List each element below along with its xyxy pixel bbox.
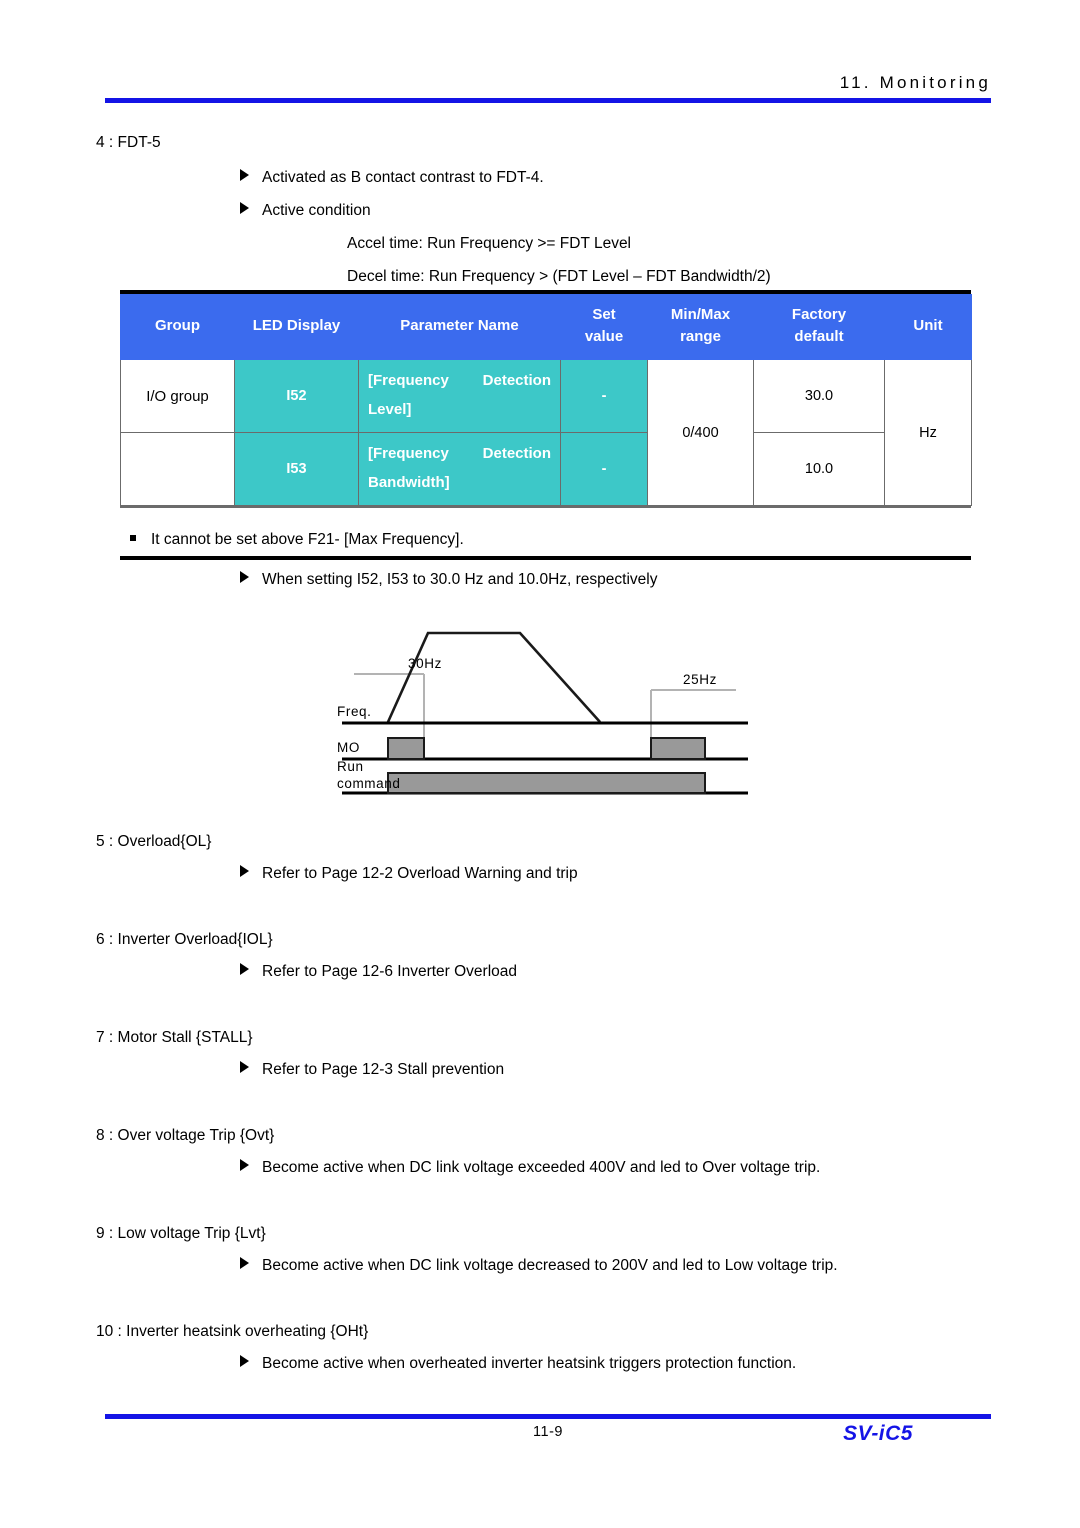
diagram-note-row: When setting I52, I53 to 30.0 Hz and 10.… bbox=[240, 570, 657, 590]
param-word-c: Level] bbox=[368, 401, 412, 418]
set-value-line1: Set bbox=[592, 306, 616, 323]
note-divider-rule bbox=[120, 556, 971, 560]
footer-model-name: SV-iC5 bbox=[843, 1422, 913, 1445]
section-heading-heatsink-overheating: 10 : Inverter heatsink overheating {OHt} bbox=[96, 1323, 369, 1340]
param-word-a: [Frequency bbox=[368, 445, 449, 462]
bullet-item-low-voltage-trip: Become active when DC link voltage decre… bbox=[240, 1256, 838, 1276]
section-heading-over-voltage-trip: 8 : Over voltage Trip {Ovt} bbox=[96, 1127, 275, 1144]
label-30hz: 30Hz bbox=[408, 656, 442, 671]
bullet-text: Become active when DC link voltage decre… bbox=[262, 1257, 838, 1274]
mo-pulse-end bbox=[650, 737, 706, 760]
note-text: It cannot be set above F21- [Max Frequen… bbox=[151, 531, 464, 548]
param-word-b: Detection bbox=[482, 372, 551, 389]
min-max-line1: Min/Max bbox=[670, 306, 731, 323]
bullet-text: Refer to Page 12-3 Stall prevention bbox=[262, 1061, 505, 1078]
document-page: 11. Monitoring 4 : FDT-5 Activated as B … bbox=[0, 0, 1080, 1528]
page-header: 11. Monitoring bbox=[105, 72, 991, 103]
page-footer: 11-9 SV-iC5 bbox=[105, 1414, 991, 1454]
mo-pulse-start bbox=[387, 737, 425, 760]
col-header-parameter-name: Parameter Name bbox=[358, 294, 561, 360]
cell-set-value-i52: - bbox=[560, 359, 648, 433]
condition-accel-time: Accel time: Run Frequency >= FDT Level bbox=[347, 235, 632, 252]
bullet-item-activated: Activated as B contact contrast to FDT-4… bbox=[240, 168, 544, 188]
col-header-min-max: Min/Max range bbox=[647, 294, 754, 360]
label-mo: MO bbox=[337, 740, 360, 755]
factory-line1: Factory bbox=[791, 306, 847, 323]
triangle-bullet-icon bbox=[240, 202, 249, 214]
label-freq: Freq. bbox=[337, 704, 372, 719]
cell-group-label: I/O group bbox=[120, 359, 235, 433]
param-word-b: Detection bbox=[482, 445, 551, 462]
footer-row: 11-9 SV-iC5 bbox=[105, 1422, 991, 1454]
square-bullet-icon bbox=[130, 535, 136, 541]
bullet-item-overload: Refer to Page 12-2 Overload Warning and … bbox=[240, 864, 578, 884]
triangle-bullet-icon bbox=[240, 865, 249, 877]
section-heading-overload: 5 : Overload{OL} bbox=[96, 833, 212, 850]
triangle-bullet-icon bbox=[240, 169, 249, 181]
section-heading-motor-stall: 7 : Motor Stall {STALL} bbox=[96, 1029, 253, 1046]
triangle-bullet-icon bbox=[240, 1159, 249, 1171]
parameter-table: Group LED Display Parameter Name Set val… bbox=[120, 294, 972, 506]
note-row: It cannot be set above F21- [Max Frequen… bbox=[130, 530, 464, 550]
cell-min-max-range: 0/400 bbox=[647, 359, 754, 506]
set-value-line2: value bbox=[584, 328, 624, 345]
min-max-line2: range bbox=[680, 328, 721, 345]
bullet-text: Refer to Page 12-2 Overload Warning and … bbox=[262, 865, 578, 882]
bullet-text: Become active when DC link voltage excee… bbox=[262, 1159, 821, 1176]
bullet-item-inverter-overload: Refer to Page 12-6 Inverter Overload bbox=[240, 962, 517, 982]
cell-group-blank bbox=[120, 432, 235, 506]
param-word-c: Bandwidth] bbox=[368, 474, 450, 491]
label-25hz: 25Hz bbox=[683, 672, 717, 687]
col-header-set-value: Set value bbox=[560, 294, 648, 360]
run-command-bar bbox=[387, 772, 706, 794]
parameter-table-wrapper: Group LED Display Parameter Name Set val… bbox=[120, 290, 972, 508]
cell-factory-default-i52: 30.0 bbox=[753, 359, 885, 433]
bullet-item-active-condition: Active condition bbox=[240, 201, 371, 221]
col-header-group: Group bbox=[120, 294, 235, 360]
bullet-text: Active condition bbox=[262, 202, 371, 219]
bullet-item-over-voltage-trip: Become active when DC link voltage excee… bbox=[240, 1158, 820, 1178]
col-header-unit: Unit bbox=[884, 294, 972, 360]
table-row-i53: I53 [Frequency Detection Bandwidth] - 10… bbox=[120, 432, 972, 506]
cell-led-i52: I52 bbox=[234, 359, 359, 433]
bullet-text: Become active when overheated inverter h… bbox=[262, 1355, 797, 1372]
page-title: 11. Monitoring bbox=[839, 73, 991, 92]
label-run-line1: Run bbox=[337, 759, 364, 774]
triangle-bullet-icon bbox=[240, 571, 249, 583]
section-heading-fdt5: 4 : FDT-5 bbox=[96, 134, 161, 151]
cell-param-name-i52: [Frequency Detection Level] bbox=[358, 359, 561, 433]
bullet-text: Activated as B contact contrast to FDT-4… bbox=[262, 169, 544, 186]
bullet-text: Refer to Page 12-6 Inverter Overload bbox=[262, 963, 518, 980]
cell-set-value-i53: - bbox=[560, 432, 648, 506]
triangle-bullet-icon bbox=[240, 1355, 249, 1367]
cell-led-i53: I53 bbox=[234, 432, 359, 506]
timing-diagram-svg bbox=[342, 631, 748, 795]
bullet-item-motor-stall: Refer to Page 12-3 Stall prevention bbox=[240, 1060, 504, 1080]
table-row-i52: I/O group I52 [Frequency Detection Level… bbox=[120, 359, 972, 506]
table-header-row: Group LED Display Parameter Name Set val… bbox=[120, 294, 972, 360]
cell-factory-default-i53: 10.0 bbox=[753, 432, 885, 506]
col-header-factory-default: Factory default bbox=[753, 294, 885, 360]
diagram-note-text: When setting I52, I53 to 30.0 Hz and 10.… bbox=[262, 571, 658, 588]
param-word-a: [Frequency bbox=[368, 372, 449, 389]
condition-decel-time: Decel time: Run Frequency > (FDT Level –… bbox=[347, 268, 771, 285]
frequency-ramp-curve bbox=[386, 631, 601, 723]
table-bottom-border bbox=[120, 506, 971, 508]
section-heading-inverter-overload: 6 : Inverter Overload{IOL} bbox=[96, 931, 273, 948]
header-rule bbox=[105, 98, 991, 103]
cell-unit: Hz bbox=[884, 359, 972, 506]
triangle-bullet-icon bbox=[240, 963, 249, 975]
triangle-bullet-icon bbox=[240, 1257, 249, 1269]
cell-param-name-i53: [Frequency Detection Bandwidth] bbox=[358, 432, 561, 506]
section-heading-low-voltage-trip: 9 : Low voltage Trip {Lvt} bbox=[96, 1225, 266, 1242]
timing-diagram: 30Hz 25Hz Freq. MO Run command bbox=[337, 612, 750, 797]
footer-rule bbox=[105, 1414, 991, 1419]
triangle-bullet-icon bbox=[240, 1061, 249, 1073]
col-header-led-display: LED Display bbox=[234, 294, 359, 360]
factory-line2: default bbox=[794, 328, 844, 345]
bullet-item-heatsink-overheating: Become active when overheated inverter h… bbox=[240, 1354, 796, 1374]
label-run-line2: command bbox=[337, 776, 401, 791]
